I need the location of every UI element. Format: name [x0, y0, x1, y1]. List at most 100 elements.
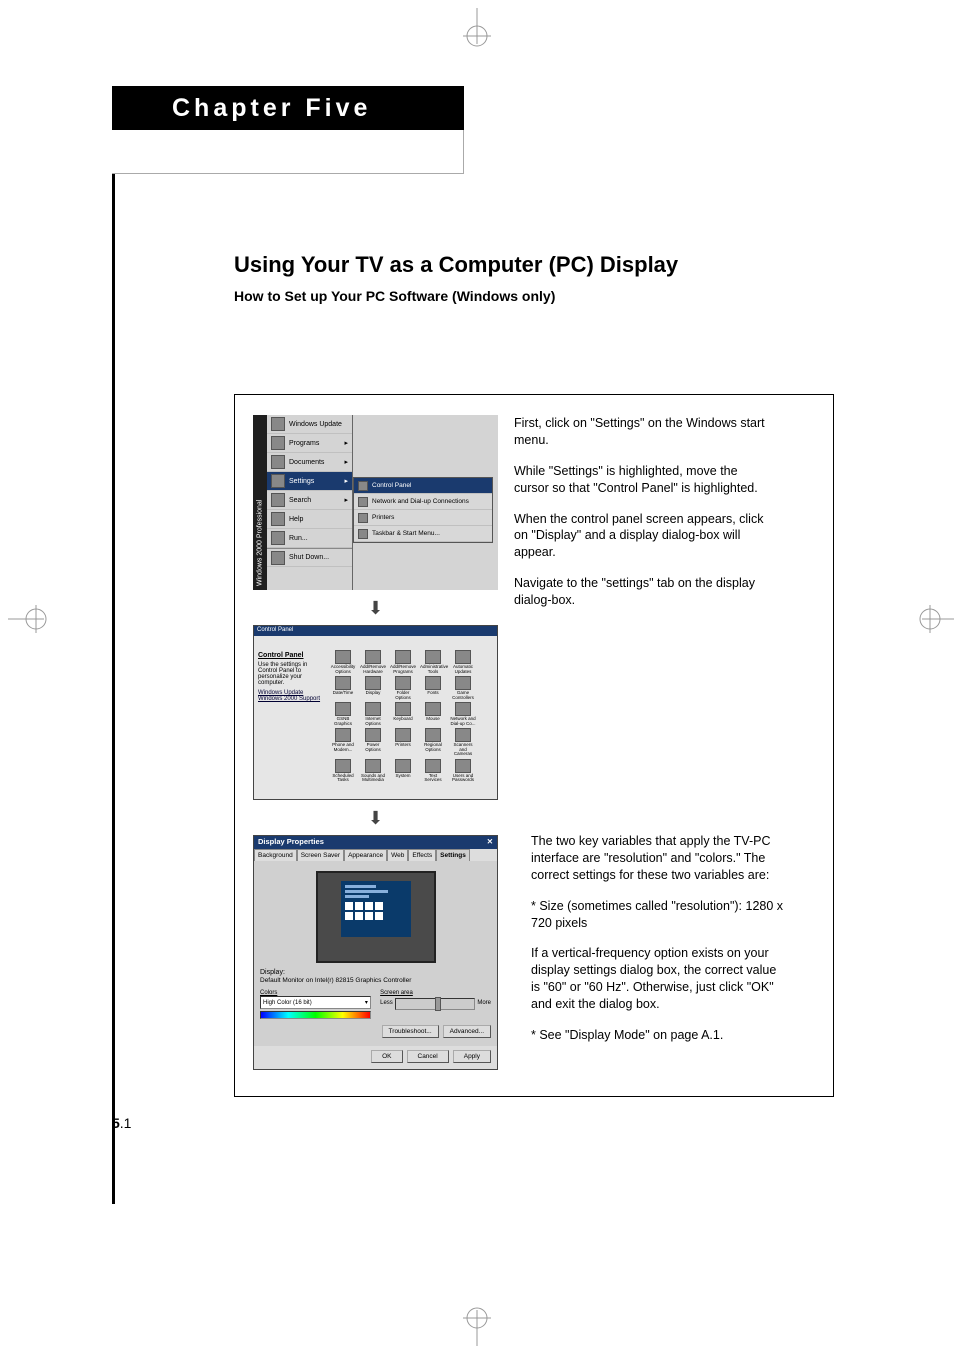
- cp-icon: Add/Remove Hardware: [360, 650, 386, 674]
- cp-icon: Folder Options: [390, 676, 416, 700]
- crop-mark-bottom: [454, 1300, 500, 1346]
- page-subtitle: How to Set up Your PC Software (Windows …: [234, 288, 834, 304]
- dp-tab: Settings: [436, 849, 470, 861]
- screenshot-display-properties: Display Properties ✕ BackgroundScreen Sa…: [253, 835, 498, 1070]
- cp-left-panel: Control Panel Use the settings in Contro…: [258, 652, 326, 702]
- cp-icon: Scheduled Tasks: [330, 759, 356, 783]
- dp-title: Display Properties: [258, 837, 324, 848]
- instr-p2: While "Settings" is highlighted, move th…: [514, 463, 769, 497]
- cp-icon: Text Services: [420, 759, 446, 783]
- cp-icon-grid: Accessibility OptionsAdd/Remove Hardware…: [330, 650, 495, 783]
- instr2-p1: The two key variables that apply the TV-…: [531, 833, 786, 884]
- cp-icon: Date/Time: [330, 676, 356, 700]
- arrow-down-icon: ⬇: [253, 808, 498, 829]
- start-menu-list: Windows Update Programs▸ Documents▸ Sett…: [267, 415, 353, 590]
- cp-icon: Internet Options: [360, 702, 386, 726]
- dp-area-slider: [395, 998, 476, 1010]
- cp-icon: Power Options: [360, 728, 386, 757]
- submenu-network: Network and Dial-up Connections: [354, 494, 492, 510]
- arrow-down-icon: ⬇: [253, 598, 498, 619]
- cp-icon: Add/Remove Programs: [390, 650, 416, 674]
- start-item-programs: Programs▸: [267, 434, 352, 453]
- start-item-documents: Documents▸: [267, 453, 352, 472]
- cp-heading: Control Panel: [258, 652, 326, 659]
- help-icon: [271, 512, 285, 526]
- screenshot-control-panel: Control Panel Control Panel Use the sett…: [253, 625, 498, 800]
- crop-mark-top: [454, 8, 500, 54]
- dp-display-label: Display:: [260, 969, 491, 976]
- dp-tab: Appearance: [344, 849, 387, 861]
- start-item-help: Help: [267, 510, 352, 529]
- dp-display-value: Default Monitor on Intel(r) 82815 Graphi…: [260, 977, 491, 984]
- search-icon: [271, 493, 285, 507]
- cp-icon: System: [390, 759, 416, 783]
- cp-icon: Accessibility Options: [330, 650, 356, 674]
- instruction-text-top: First, click on "Settings" on the Window…: [514, 415, 769, 623]
- crop-mark-left: [8, 596, 54, 642]
- crop-mark-right: [912, 596, 954, 642]
- cp-link-support: Windows 2000 Support: [258, 696, 326, 702]
- start-item-shutdown: Shut Down...: [267, 548, 352, 567]
- dp-cancel-button: Cancel: [407, 1050, 449, 1063]
- control-panel-icon: [358, 481, 368, 491]
- dp-close-icon: ✕: [487, 837, 493, 848]
- dp-colors-select: High Color (16 bit)▾: [260, 996, 371, 1009]
- cp-icon: Network and Dial-up Co...: [450, 702, 476, 726]
- screenshot-start-menu: Windows 2000 Professional Windows Update…: [253, 415, 498, 590]
- cp-icon: Keyboard: [390, 702, 416, 726]
- instr-p3: When the control panel screen appears, c…: [514, 511, 769, 562]
- chapter-rule: [112, 174, 115, 1204]
- dp-apply-button: Apply: [453, 1050, 491, 1063]
- dp-area-less: Less: [380, 1000, 393, 1006]
- dp-color-preview: [260, 1011, 371, 1019]
- start-item-search: Search▸: [267, 491, 352, 510]
- instr-p1: First, click on "Settings" on the Window…: [514, 415, 769, 449]
- cp-titlebar: Control Panel: [254, 626, 497, 636]
- cp-icon: Sounds and Multimedia: [360, 759, 386, 783]
- windows-update-icon: [271, 417, 285, 431]
- cp-icon: Fonts: [420, 676, 446, 700]
- start-item-run: Run...: [267, 529, 352, 548]
- start-menu-brand: Windows 2000 Professional: [253, 415, 267, 590]
- dp-tab: Screen Saver: [297, 849, 344, 861]
- page-title: Using Your TV as a Computer (PC) Display: [234, 252, 834, 278]
- dp-tab: Background: [254, 849, 297, 861]
- dp-tabs: BackgroundScreen SaverAppearanceWebEffec…: [254, 849, 497, 861]
- dp-monitor-preview: [316, 871, 436, 963]
- instr2-p4: * See "Display Mode" on page A.1.: [531, 1027, 786, 1044]
- cp-icon: Administrative Tools: [420, 650, 446, 674]
- documents-icon: [271, 455, 285, 469]
- network-icon: [358, 497, 368, 507]
- start-item-settings: Settings▸: [267, 472, 352, 491]
- instruction-box: Windows 2000 Professional Windows Update…: [234, 394, 834, 1097]
- cp-icon: Game Controllers: [450, 676, 476, 700]
- instruction-text-bottom: The two key variables that apply the TV-…: [531, 833, 786, 1058]
- cp-icon: Phone and Modem...: [330, 728, 356, 757]
- programs-icon: [271, 436, 285, 450]
- start-item-windows-update: Windows Update: [267, 415, 352, 434]
- dp-ok-button: OK: [371, 1050, 402, 1063]
- run-icon: [271, 531, 285, 545]
- dp-area-more: More: [477, 1000, 491, 1006]
- cp-icon: Display: [360, 676, 386, 700]
- page-number: 5.1: [112, 1115, 131, 1131]
- cp-icon: Mouse: [420, 702, 446, 726]
- dp-troubleshoot-button: Troubleshoot...: [382, 1025, 439, 1038]
- cp-icon: Regional Options: [420, 728, 446, 757]
- shutdown-icon: [271, 551, 285, 565]
- submenu-printers: Printers: [354, 510, 492, 526]
- instr-p4: Navigate to the "settings" tab on the di…: [514, 575, 769, 609]
- instr2-p3: If a vertical-frequency option exists on…: [531, 945, 786, 1013]
- dp-titlebar: Display Properties ✕: [254, 836, 497, 849]
- chapter-header: Chapter Five: [112, 86, 464, 174]
- dropdown-icon: ▾: [365, 999, 368, 1006]
- cp-icon: Printers: [390, 728, 416, 757]
- submenu-taskbar: Taskbar & Start Menu...: [354, 526, 492, 542]
- instr2-p2: * Size (sometimes called "resolution"): …: [531, 898, 786, 932]
- dp-advanced-button: Advanced...: [443, 1025, 491, 1038]
- chapter-title: Chapter Five: [112, 86, 464, 130]
- settings-submenu: Control Panel Network and Dial-up Connec…: [353, 477, 493, 543]
- cp-icon: Scanners and Cameras: [450, 728, 476, 757]
- submenu-control-panel: Control Panel: [354, 478, 492, 494]
- taskbar-icon: [358, 529, 368, 539]
